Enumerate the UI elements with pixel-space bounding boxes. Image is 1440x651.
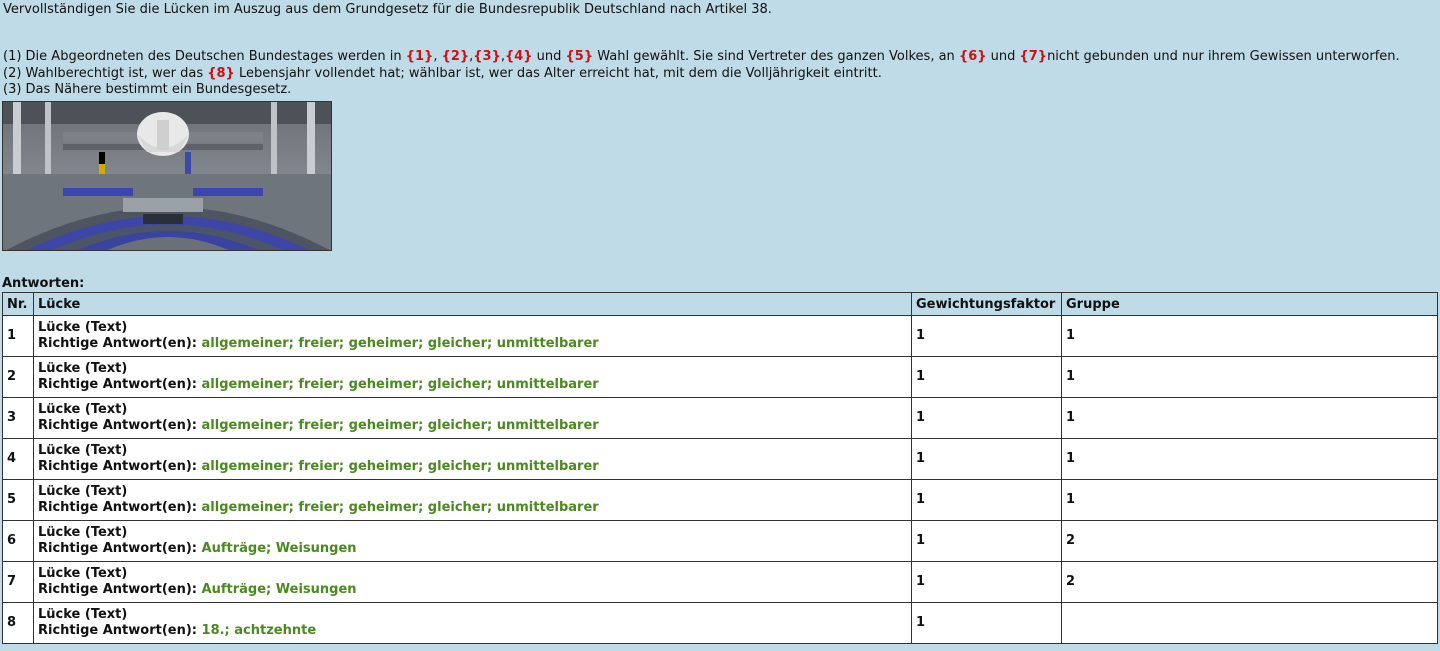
table-row: 4 Lücke (Text) Richtige Antwort(en): allg… <box>2 438 1438 480</box>
weight-cell: 1 <box>911 520 1062 562</box>
gap-marker-2: {2} <box>441 49 470 64</box>
table-header-row: Nr. Lücke Gewichtungsfaktor Gruppe <box>2 292 1438 316</box>
gap-marker-4: {4} <box>504 49 533 64</box>
answers-heading: Antworten: <box>2 276 85 291</box>
gap-cell: Lücke (Text) Richtige Antwort(en): Aufträ… <box>33 561 912 603</box>
weight-cell: 1 <box>911 438 1062 480</box>
weight-cell: 1 <box>911 561 1062 603</box>
bundestag-plenary-photo <box>2 101 332 251</box>
answer-label: Richtige Antwort(en): <box>38 459 197 474</box>
answer-label: Richtige Antwort(en): <box>38 623 197 638</box>
table-row: 5 Lücke (Text) Richtige Antwort(en): allg… <box>2 479 1438 521</box>
gap-marker-1: {1} <box>405 49 434 64</box>
instruction-text: Vervollständigen Sie die Lücken im Auszu… <box>3 2 772 17</box>
gap-cell: Lücke (Text) Richtige Antwort(en): allgem… <box>33 479 912 521</box>
correct-answer: Aufträge; Weisungen <box>201 582 357 597</box>
answer-label: Richtige Antwort(en): <box>38 418 197 433</box>
group-cell <box>1061 602 1438 644</box>
gap-type: Lücke (Text) <box>38 443 128 458</box>
paragraph-text: (2) Wahlberechtigt ist, wer das <box>3 65 208 81</box>
gap-type: Lücke (Text) <box>38 484 128 499</box>
row-number: 3 <box>2 397 34 439</box>
answer-label: Richtige Antwort(en): <box>38 377 197 392</box>
answer-label: Richtige Antwort(en): <box>38 500 197 515</box>
answer-label: Richtige Antwort(en): <box>38 336 197 351</box>
gap-type: Lücke (Text) <box>38 402 128 417</box>
row-number: 8 <box>2 602 34 644</box>
gap-marker-8: {8} <box>207 65 235 81</box>
gap-cell: Lücke (Text) Richtige Antwort(en): allgem… <box>33 438 912 480</box>
gap-marker-3: {3} <box>473 49 501 64</box>
paragraph-text: nicht gebunden und nur ihrem Gewissen un… <box>1047 49 1400 64</box>
column-header-gap: Lücke <box>33 292 912 316</box>
gap-type: Lücke (Text) <box>38 525 128 540</box>
table-row: 7 Lücke (Text) Richtige Antwort(en): Auft… <box>2 561 1438 603</box>
correct-answer: Aufträge; Weisungen <box>201 541 357 556</box>
paragraph-text: Wahl gewählt. Sie sind Vertreter des gan… <box>593 49 959 64</box>
paragraph-2: (2) Wahlberechtigt ist, wer das {8} Lebe… <box>3 66 1400 83</box>
group-cell: 1 <box>1061 479 1438 521</box>
paragraph-3: (3) Das Nähere bestimmt ein Bundesgesetz… <box>3 82 292 97</box>
group-cell: 1 <box>1061 356 1438 398</box>
weight-cell: 1 <box>911 479 1062 521</box>
weight-cell: 1 <box>911 602 1062 644</box>
table-row: 6 Lücke (Text) Richtige Antwort(en): Auft… <box>2 520 1438 562</box>
row-number: 5 <box>2 479 34 521</box>
group-cell: 1 <box>1061 397 1438 439</box>
answer-label: Richtige Antwort(en): <box>38 582 197 597</box>
table-row: 8 Lücke (Text) Richtige Antwort(en): 18.;… <box>2 602 1438 644</box>
paragraph-text: Lebensjahr vollendet hat; wählbar ist, w… <box>234 65 882 81</box>
table-row: 2 Lücke (Text) Richtige Antwort(en): allg… <box>2 356 1438 398</box>
gap-cell: Lücke (Text) Richtige Antwort(en): Aufträ… <box>33 520 912 562</box>
correct-answer: 18.; achtzehnte <box>201 623 317 638</box>
gap-type: Lücke (Text) <box>38 361 128 376</box>
group-cell: 1 <box>1061 438 1438 480</box>
weight-cell: 1 <box>911 315 1062 357</box>
gap-cell: Lücke (Text) Richtige Antwort(en): allgem… <box>33 356 912 398</box>
answers-table: Nr. Lücke Gewichtungsfaktor Gruppe 1 Lüc… <box>2 292 1438 644</box>
paragraph-text: und <box>986 49 1020 64</box>
correct-answer: allgemeiner; freier; geheimer; gleicher;… <box>201 459 599 474</box>
row-number: 7 <box>2 561 34 603</box>
row-number: 1 <box>2 315 34 357</box>
gap-type: Lücke (Text) <box>38 607 128 622</box>
gap-type: Lücke (Text) <box>38 320 128 335</box>
gap-cell: Lücke (Text) Richtige Antwort(en): allgem… <box>33 315 912 357</box>
correct-answer: allgemeiner; freier; geheimer; gleicher;… <box>201 500 599 515</box>
group-cell: 2 <box>1061 520 1438 562</box>
page: Vervollständigen Sie die Lücken im Auszu… <box>0 0 1440 651</box>
paragraph-1: (1) Die Abgeordneten des Deutschen Bunde… <box>3 49 1400 66</box>
paragraph-text: , <box>433 49 442 64</box>
paragraph-text: (1) Die Abgeordneten des Deutschen Bunde… <box>3 49 406 64</box>
column-header-weight: Gewichtungsfaktor <box>911 292 1062 316</box>
row-number: 4 <box>2 438 34 480</box>
gap-cell: Lücke (Text) Richtige Antwort(en): allgem… <box>33 397 912 439</box>
answer-label: Richtige Antwort(en): <box>38 541 197 556</box>
gap-marker-5: {5} <box>565 49 594 64</box>
weight-cell: 1 <box>911 397 1062 439</box>
law-excerpt: (1) Die Abgeordneten des Deutschen Bunde… <box>3 49 1400 99</box>
gap-type: Lücke (Text) <box>38 566 128 581</box>
gap-marker-6: {6} <box>958 49 987 64</box>
gap-marker-7: {7} <box>1019 49 1048 64</box>
column-header-nr: Nr. <box>2 292 34 316</box>
gap-cell: Lücke (Text) Richtige Antwort(en): 18.; a… <box>33 602 912 644</box>
correct-answer: allgemeiner; freier; geheimer; gleicher;… <box>201 377 599 392</box>
row-number: 6 <box>2 520 34 562</box>
table-row: 3 Lücke (Text) Richtige Antwort(en): allg… <box>2 397 1438 439</box>
group-cell: 2 <box>1061 561 1438 603</box>
correct-answer: allgemeiner; freier; geheimer; gleicher;… <box>201 418 599 433</box>
column-header-group: Gruppe <box>1061 292 1438 316</box>
weight-cell: 1 <box>911 356 1062 398</box>
table-row: 1 Lücke (Text) Richtige Antwort(en): allg… <box>2 315 1438 357</box>
correct-answer: allgemeiner; freier; geheimer; gleicher;… <box>201 336 599 351</box>
group-cell: 1 <box>1061 315 1438 357</box>
row-number: 2 <box>2 356 34 398</box>
paragraph-text: und <box>532 49 566 64</box>
